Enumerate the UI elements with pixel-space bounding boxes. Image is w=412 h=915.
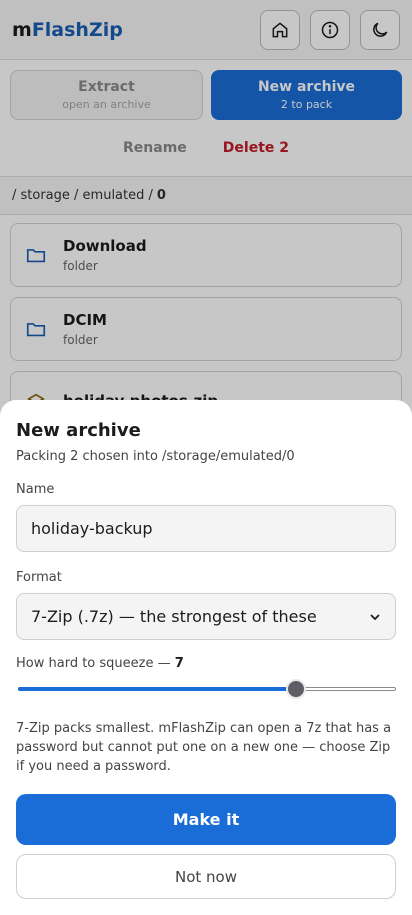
name-label: Name: [16, 482, 55, 497]
slider-fill: [18, 687, 297, 691]
sheet-subtitle: Packing 2 chosen into /storage/emulated/…: [16, 449, 295, 464]
archive-name-value: holiday-backup: [31, 519, 153, 538]
make-it-button[interactable]: Make it: [16, 794, 396, 845]
compression-level-slider[interactable]: [16, 677, 396, 701]
level-label: How hard to squeeze — 7: [16, 656, 396, 671]
format-note: 7-Zip packs smallest. mFlashZip can open…: [16, 721, 392, 774]
new-archive-sheet: New archive Packing 2 chosen into /stora…: [0, 400, 412, 915]
level-value: 7: [174, 656, 184, 671]
slider-thumb[interactable]: [286, 679, 307, 699]
format-value: 7-Zip (.7z) — the strongest of these: [31, 607, 317, 626]
not-now-button[interactable]: Not now: [16, 854, 396, 899]
format-select[interactable]: 7-Zip (.7z) — the strongest of these: [16, 593, 396, 640]
chevron-down-icon: [370, 613, 380, 620]
archive-name-input[interactable]: holiday-backup: [16, 505, 396, 552]
format-label: Format: [16, 570, 62, 585]
level-label-text: How hard to squeeze —: [16, 656, 171, 671]
sheet-title: New archive: [16, 420, 141, 441]
